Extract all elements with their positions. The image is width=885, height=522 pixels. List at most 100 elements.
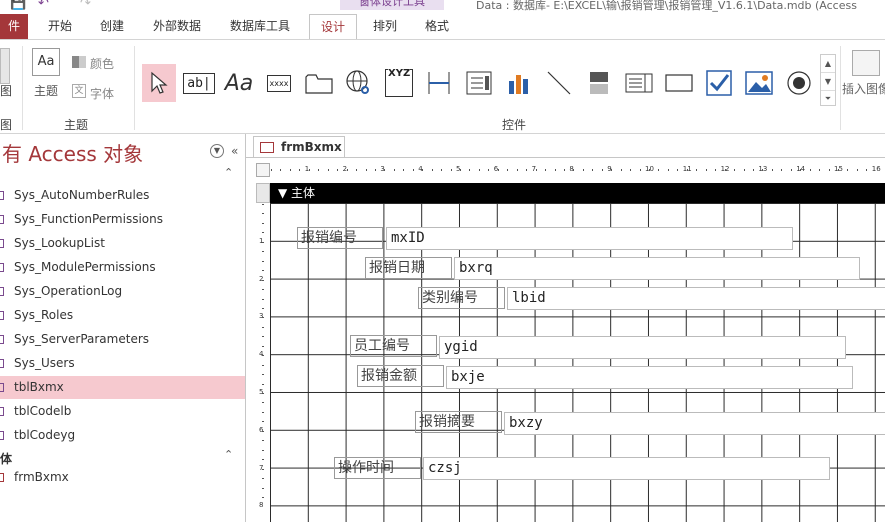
label-bxzy[interactable]: 报销摘要 [415,411,502,433]
tab-arrange[interactable]: 排列 [364,14,406,40]
ruler-tick [393,169,395,171]
textbox-bxzy[interactable]: bxzy [504,412,885,435]
nav-table-item[interactable]: Sys_OperationLog [0,280,245,303]
toggle-button-icon[interactable] [582,64,616,102]
insert-image-icon[interactable] [852,50,880,76]
label-bxje[interactable]: 报销金额 [357,365,444,387]
hyperlink-control-icon[interactable] [342,64,376,102]
textbox-ygid[interactable]: ygid [439,336,846,359]
vruler-tick [262,222,264,224]
ruler-tick [620,169,622,171]
label-lbid[interactable]: 类别编号 [418,287,505,309]
textbox-czsj[interactable]: czsj [423,457,830,480]
nav-table-item[interactable]: Sys_ModulePermissions [0,256,245,279]
section-selector[interactable] [256,183,270,203]
table-icon [0,239,4,248]
image-control-icon[interactable] [742,64,776,102]
ruler-tick [403,169,405,171]
vruler-tick [262,326,264,328]
nav-table-item[interactable]: Sys_AutoNumberRules [0,184,245,207]
vruler-tick [262,496,264,498]
tab-control-icon[interactable] [302,64,336,102]
vruler-tick [262,478,264,480]
nav-table-item[interactable]: Sys_Users [0,352,245,375]
tab-external-data[interactable]: 外部数据 [146,14,208,40]
forms-collapse-icon[interactable]: ⌃ [224,448,233,461]
nav-table-item[interactable]: Sys_Roles [0,304,245,327]
label-czsj[interactable]: 操作时间 [334,457,421,479]
table-icon [0,191,4,200]
nav-table-item[interactable]: Sys_LookupList [0,232,245,255]
option-button-icon[interactable] [782,64,816,102]
tab-database-tools[interactable]: 数据库工具 [224,14,296,40]
label-mxid[interactable]: 报销编号 [297,227,383,249]
rectangle-control-icon[interactable] [662,64,696,102]
colors-button[interactable]: 颜色 [90,55,114,72]
undo-icon[interactable]: ↶ [38,0,49,11]
nav-form-item[interactable]: frmBxmx [0,466,245,489]
textbox-bxje[interactable]: bxje [446,366,853,389]
theme-icon[interactable]: Aa [32,48,60,76]
colors-icon[interactable] [72,56,86,68]
web-browser-control-icon[interactable]: XYZ [382,64,416,102]
line-control-icon[interactable] [542,64,576,102]
vruler-tick [262,468,264,470]
form-selector[interactable] [256,163,270,177]
tab-design[interactable]: 设计 [309,14,357,41]
textbox-control-icon[interactable]: ab| [182,64,216,102]
nav-table-item[interactable]: tblCodelb [0,400,245,423]
textbox-lbid[interactable]: lbid [507,287,885,310]
textbox-mxid[interactable]: mxID [386,227,793,250]
horizontal-ruler[interactable]: 12345678910111213141516 [270,163,885,177]
ruler-tick [734,169,736,171]
option-group-icon[interactable] [462,64,496,102]
button-control-icon[interactable]: xxxx [262,64,296,102]
ruler-tick [611,169,613,171]
document-tab-frmBxmx[interactable]: frmBxmx [253,136,345,158]
view-button-label[interactable]: 图 [0,82,12,99]
design-grid[interactable]: 报销编号 mxID 报销日期 bxrq 类别编号 lbid 员工编号 ygid … [270,203,885,522]
nav-collapse-icon[interactable]: « [231,144,238,158]
ruler-tick [800,169,802,171]
fonts-button[interactable]: 字体 [90,85,114,102]
ruler-tick [563,169,565,171]
label-ygid[interactable]: 员工编号 [350,335,437,357]
tab-create[interactable]: 创建 [94,14,130,40]
textbox-bxrq[interactable]: bxrq [454,257,860,280]
nav-table-item-selected[interactable]: tblBxmx [0,376,245,399]
list-box-icon[interactable] [622,64,656,102]
view-icon[interactable] [0,48,10,84]
nav-table-item[interactable]: tblCodeyg [0,424,245,447]
tables-collapse-icon[interactable]: ⌃ [224,166,233,179]
redo-icon[interactable]: ↷ [80,0,91,11]
section-header-detail[interactable]: ▼ 主体 [270,183,885,203]
fonts-icon[interactable]: 文 [72,84,86,98]
tab-home[interactable]: 开始 [42,14,78,40]
gallery-up-icon[interactable]: ▲ [821,55,835,72]
checkbox-control-icon[interactable] [702,64,736,102]
nav-table-item[interactable]: Sys_FunctionPermissions [0,208,245,231]
select-pointer-icon[interactable] [142,64,176,102]
save-icon[interactable]: 💾 [10,0,26,11]
ruler-tick [327,169,329,171]
ruler-tick [856,169,858,171]
theme-button-label[interactable]: 主题 [34,82,58,99]
forms-group-header[interactable]: 体 [0,450,12,467]
vruler-mark: 1 [259,236,264,245]
vertical-ruler[interactable]: 1 2 3 4 5 6 7 8 [256,203,270,522]
vruler-tick [262,241,264,243]
chart-control-icon[interactable] [502,64,536,102]
nav-menu-icon[interactable]: ▼ [210,144,224,158]
gallery-more-icon[interactable]: ⏷ [821,90,835,107]
tab-file[interactable]: 件 [0,14,28,40]
label-bxrq[interactable]: 报销日期 [365,257,452,279]
ruler-tick [469,169,471,171]
label-control-icon[interactable]: Aa [222,64,256,102]
nav-table-item[interactable]: Sys_ServerParameters [0,328,245,351]
tab-format[interactable]: 格式 [416,14,458,40]
gallery-scroll[interactable]: ▲ ▼ ⏷ [820,54,836,106]
vruler-mark: 5 [259,388,264,396]
insert-image-label[interactable]: 插入图像 [842,80,885,97]
navigation-control-icon[interactable] [422,64,456,102]
gallery-down-icon[interactable]: ▼ [821,72,835,90]
